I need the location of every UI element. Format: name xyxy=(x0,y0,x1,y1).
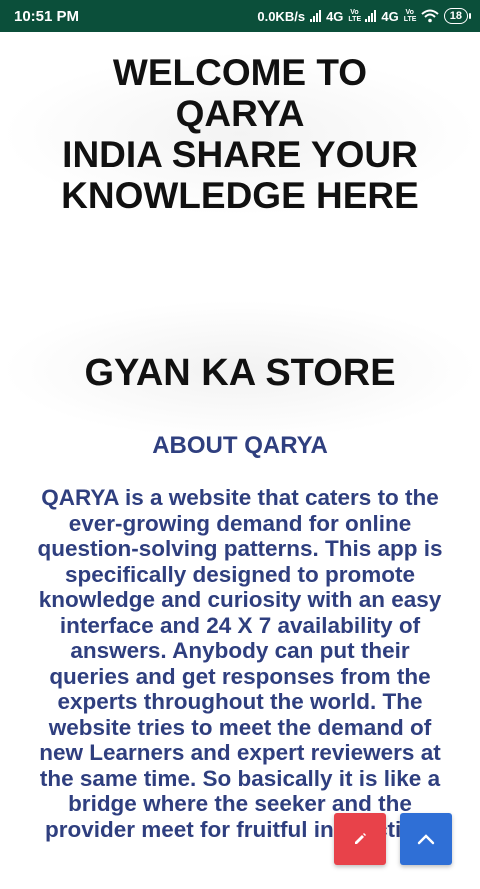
battery-icon: 18 xyxy=(443,8,472,24)
wifi-icon xyxy=(421,9,439,23)
status-bar: 10:51 PM 0.0KB/s 4G Vo LTE 4G Vo LTE 18 xyxy=(0,0,480,32)
welcome-banner: WELCOME TO QARYA INDIA SHARE YOUR KNOWLE… xyxy=(0,52,480,216)
about-heading: ABOUT QARYA xyxy=(152,432,328,459)
sim2-network-type: 4G xyxy=(381,8,399,24)
signal-icon-sim1 xyxy=(310,10,322,22)
edit-fab-button[interactable] xyxy=(334,813,386,865)
pencil-icon xyxy=(355,833,366,844)
network-speed: 0.0KB/s xyxy=(257,8,306,24)
signal-icon-sim2 xyxy=(365,10,377,22)
scroll-top-fab-button[interactable] xyxy=(400,813,452,865)
status-indicators: 0.0KB/s 4G Vo LTE 4G Vo LTE 18 xyxy=(257,8,472,24)
welcome-line-4: KNOWLEDGE HERE xyxy=(61,175,419,216)
welcome-line-3: INDIA SHARE YOUR xyxy=(62,134,418,175)
about-body: QARYA is a website that caters to the ev… xyxy=(37,485,443,842)
sim1-volte-tag: Vo LTE xyxy=(348,9,362,23)
sim1-network-type: 4G xyxy=(326,8,344,24)
chevron-up-icon xyxy=(417,834,435,845)
battery-level: 18 xyxy=(449,10,462,22)
store-title: GYAN KA STORE xyxy=(84,352,396,394)
status-time: 10:51 PM xyxy=(14,7,80,25)
sim2-volte-tag: Vo LTE xyxy=(403,9,417,23)
welcome-line-2: QARYA xyxy=(175,93,305,134)
welcome-line-1: WELCOME TO xyxy=(112,52,368,93)
